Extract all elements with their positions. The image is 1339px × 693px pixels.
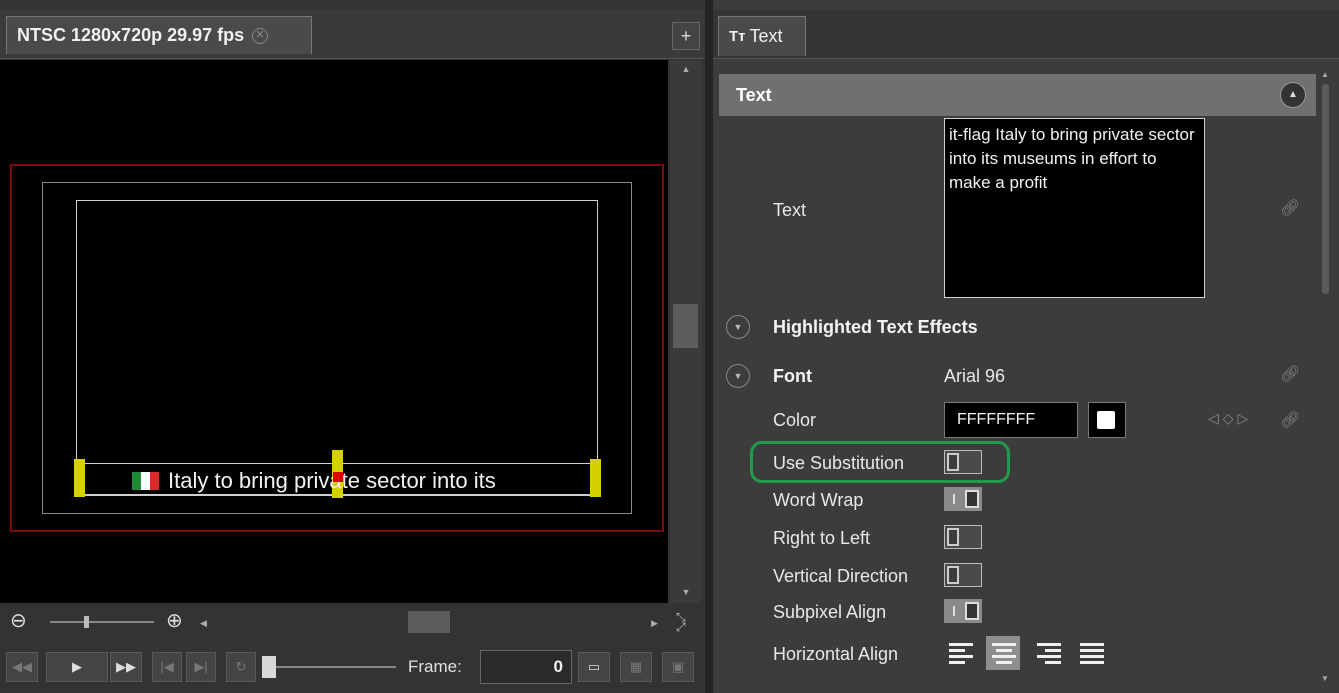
text-section-header[interactable] (719, 74, 1316, 116)
play-icon[interactable]: ▶ (46, 652, 108, 682)
properties-scroll-thumb[interactable] (1322, 84, 1329, 294)
subpixel-align-toggle[interactable] (944, 599, 982, 623)
tab-video-format-label: NTSC 1280x720p 29.97 fps (17, 25, 245, 45)
align-center-icon[interactable] (986, 636, 1020, 670)
keyframe-icon[interactable]: ◁◇▷ (1208, 410, 1252, 427)
text-input[interactable]: it-flag Italy to bring private sector in… (944, 118, 1205, 298)
align-left-icon[interactable] (944, 636, 978, 670)
tab-text[interactable]: Tт Text (718, 16, 806, 56)
color-label: Color (773, 410, 817, 430)
vertical-direction-toggle[interactable] (944, 563, 982, 587)
properties-scrollbar[interactable]: ▲ ▼ (1319, 70, 1333, 688)
color-swatch-button[interactable] (1088, 402, 1126, 438)
italy-flag-icon (132, 472, 159, 490)
scroll-down-arrow-icon[interactable]: ▼ (1321, 674, 1329, 683)
selection-handle-right[interactable] (590, 459, 601, 497)
zoom-in-icon[interactable]: ⊕ (166, 608, 183, 633)
word-wrap-toggle[interactable] (944, 487, 982, 511)
scroll-up-arrow-icon[interactable]: ▲ (678, 64, 694, 76)
align-right-icon[interactable] (1030, 636, 1064, 670)
step-back-icon[interactable]: |◀ (152, 652, 182, 682)
scroll-left-arrow-icon[interactable]: ◀ (200, 618, 207, 629)
selection-handle-left[interactable] (74, 459, 85, 497)
right-to-left-label: Right to Left (773, 528, 871, 548)
fit-screen-icon[interactable]: ⤡ ⤢ (676, 611, 686, 633)
safe-area-toggle-icon[interactable]: ▦ (620, 652, 652, 682)
font-value[interactable]: Arial 96 (944, 366, 1005, 387)
canvas-text-content: Italy to bring private sector into its (168, 468, 496, 493)
text-property-label: Text (773, 200, 807, 220)
tab-text-label: Text (749, 26, 783, 46)
color-hex-input[interactable]: FFFFFFFF (944, 402, 1078, 438)
scroll-up-arrow-icon[interactable]: ▲ (1321, 70, 1329, 79)
monitor-icon[interactable]: ▭ (578, 652, 610, 682)
scroll-thumb[interactable] (673, 304, 698, 348)
align-justify-icon[interactable] (1074, 636, 1108, 670)
output-monitor-icon[interactable]: ▣ (662, 652, 694, 682)
zoom-slider[interactable] (50, 621, 154, 623)
vertical-direction-label: Vertical Direction (773, 566, 909, 586)
subpixel-align-label: Subpixel Align (773, 602, 887, 622)
expand-highlighted-effects-icon[interactable]: ▼ (726, 315, 750, 339)
anchor-point[interactable] (333, 472, 343, 482)
fast-forward-icon[interactable]: ▶▶ (110, 652, 142, 682)
horizontal-scroll-thumb[interactable] (408, 611, 450, 633)
step-forward-icon[interactable]: ▶| (186, 652, 216, 682)
close-circle-icon[interactable]: ✕ (252, 27, 269, 44)
scroll-down-arrow-icon[interactable]: ▼ (678, 587, 694, 599)
font-label: Font (773, 366, 812, 386)
scroll-right-arrow-icon[interactable]: ▶ (651, 618, 658, 629)
right-to-left-toggle[interactable] (944, 525, 982, 549)
link-icon[interactable]: 🔗︎ (1280, 410, 1300, 430)
horizontal-align-label: Horizontal Align (773, 644, 899, 664)
loop-icon[interactable]: ↻ (226, 652, 256, 682)
rewind-icon[interactable]: ◀◀ (6, 652, 38, 682)
link-icon[interactable]: 🔗︎ (1280, 198, 1300, 218)
properties-tabstrip (713, 10, 1339, 59)
zoom-slider-knob[interactable] (84, 616, 89, 628)
use-substitution-highlight (750, 441, 1010, 483)
frame-label: Frame: (408, 657, 462, 676)
highlighted-text-effects-label[interactable]: Highlighted Text Effects (773, 317, 978, 338)
section-title: Text (736, 85, 772, 105)
expand-font-icon[interactable]: ▼ (726, 364, 750, 388)
collapse-section-icon[interactable]: ▲ (1280, 82, 1306, 108)
timeline-slider[interactable] (262, 666, 396, 668)
add-tab-button[interactable]: + (672, 22, 700, 50)
panel-splitter[interactable] (705, 0, 713, 693)
preview-vertical-scrollbar[interactable]: ▲ ▼ (670, 60, 702, 603)
frame-input[interactable]: 0 (480, 650, 572, 684)
canvas-text-object[interactable]: Italy to bring private sector into its (132, 468, 496, 494)
timeline-slider-knob[interactable] (262, 656, 276, 678)
text-type-icon: Tт (729, 28, 746, 45)
link-icon[interactable]: 🔗︎ (1280, 364, 1300, 384)
zoom-out-icon[interactable]: ⊖ (10, 608, 27, 633)
tab-video-format[interactable]: NTSC 1280x720p 29.97 fps ✕ (6, 16, 312, 54)
word-wrap-label: Word Wrap (773, 490, 864, 510)
